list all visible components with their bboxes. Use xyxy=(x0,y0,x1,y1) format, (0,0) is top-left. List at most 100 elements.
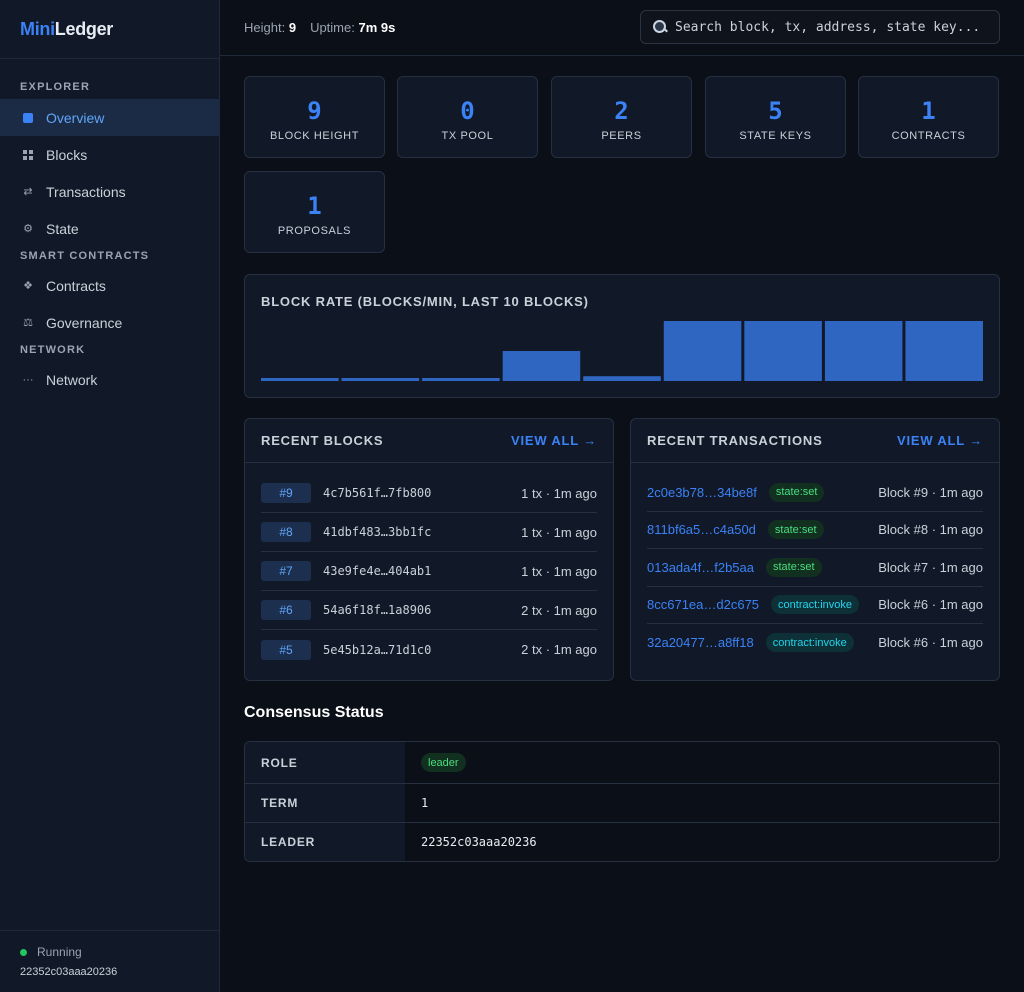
sidebar-item-label: Blocks xyxy=(46,146,88,163)
stat-label: CONTRACTS xyxy=(891,130,966,142)
section-network: NETWORK xyxy=(20,344,86,356)
recent-blocks-panel: RECENT BLOCKS VIEW ALL → #9 4c7b561f…7fb… xyxy=(244,418,614,681)
chart-title: BLOCK RATE (BLOCKS/MIN, LAST 10 BLOCKS) xyxy=(261,294,589,309)
gear-icon: ⚙ xyxy=(23,223,33,235)
block-rate-chart: BLOCK RATE (BLOCKS/MIN, LAST 10 BLOCKS) xyxy=(244,274,1000,398)
consensus-key: LEADER xyxy=(245,823,405,861)
sidebar-item-transactions[interactable]: ⇄ Transactions xyxy=(0,173,219,210)
sidebar-item-label: Transactions xyxy=(46,183,126,200)
block-row[interactable]: #6 54a6f18f…1a8906 2 tx · 1m ago xyxy=(261,591,597,630)
diamond-icon: ❖ xyxy=(23,280,33,292)
tx-meta: Block #7 · 1m ago xyxy=(878,559,983,575)
sidebar-item-label: State xyxy=(46,220,79,237)
stat-contracts: 1 CONTRACTS xyxy=(858,76,999,158)
consensus-table: ROLE leader TERM 1 LEADER 22352c03aaa202… xyxy=(244,741,1000,862)
stat-tx-pool: 0 TX POOL xyxy=(397,76,538,158)
block-number-badge[interactable]: #7 xyxy=(261,561,311,581)
tx-row[interactable]: 013ada4f…f2b5aa state:set Block #7 · 1m … xyxy=(647,549,983,587)
consensus-key: TERM xyxy=(245,784,405,822)
sidebar-item-state[interactable]: ⚙ State xyxy=(0,210,219,247)
uptime-stat: Uptime: 7m 9s xyxy=(310,20,396,35)
block-row[interactable]: #9 4c7b561f…7fb800 1 tx · 1m ago xyxy=(261,474,597,513)
tx-type-badge: state:set xyxy=(768,482,825,502)
consensus-value: 1 xyxy=(421,796,429,810)
consensus-value: 22352c03aaa20236 xyxy=(421,835,537,849)
sidebar-item-label: Contracts xyxy=(46,277,106,294)
sidebar: Mini Ledger EXPLORER Overview Blocks ⇄ Tr… xyxy=(0,0,220,992)
brand-mini: Mini xyxy=(20,18,55,39)
block-meta: 1 tx · 1m ago xyxy=(521,485,597,501)
block-number-badge[interactable]: #9 xyxy=(261,483,311,503)
tx-hash-link[interactable]: 2c0e3b78…34be8f xyxy=(647,485,757,500)
swap-icon: ⇄ xyxy=(23,186,33,198)
node-id: 22352c03aaa20236 xyxy=(20,966,118,978)
stat-value: 1 xyxy=(921,97,936,125)
tx-row[interactable]: 32a20477…a8ff18 contract:invoke Block #6… xyxy=(647,624,983,662)
tx-hash-link[interactable]: 32a20477…a8ff18 xyxy=(647,635,754,650)
tx-type-badge: contract:invoke xyxy=(765,633,854,653)
tx-row[interactable]: 811bf6a5…c4a50d state:set Block #8 · 1m … xyxy=(647,512,983,549)
tx-hash-link[interactable]: 013ada4f…f2b5aa xyxy=(647,560,754,575)
search-input[interactable] xyxy=(675,19,995,35)
block-rate-bars xyxy=(261,321,983,381)
block-hash: 43e9fe4e…404ab1 xyxy=(323,564,432,578)
block-meta: 2 tx · 1m ago xyxy=(521,602,597,618)
uptime-value: 7m 9s xyxy=(358,20,396,35)
consensus-row-leader: LEADER 22352c03aaa20236 xyxy=(245,823,999,861)
block-number-badge[interactable]: #8 xyxy=(261,522,311,542)
sidebar-item-network[interactable]: ··· Network xyxy=(0,361,219,398)
tx-hash-link[interactable]: 811bf6a5…c4a50d xyxy=(647,522,756,537)
stat-block-height: 9 BLOCK HEIGHT xyxy=(244,76,385,158)
stat-peers: 2 PEERS xyxy=(551,76,692,158)
block-row[interactable]: #8 41dbf483…3bb1fc 1 tx · 1m ago xyxy=(261,513,597,552)
block-number-badge[interactable]: #5 xyxy=(261,639,311,660)
height-value: 9 xyxy=(288,20,297,35)
stat-label: PROPOSALS xyxy=(277,225,352,237)
recent-transactions-title: RECENT TRANSACTIONS xyxy=(647,433,823,448)
block-hash: 4c7b561f…7fb800 xyxy=(323,486,432,500)
sidebar-item-label: Network xyxy=(46,371,98,388)
scales-icon: ⚖ xyxy=(23,317,33,329)
block-number-badge[interactable]: #6 xyxy=(261,600,311,620)
status-text: Running xyxy=(37,945,82,959)
sidebar-item-overview[interactable]: Overview xyxy=(0,99,219,136)
recent-blocks-title: RECENT BLOCKS xyxy=(261,433,384,448)
stat-proposals: 1 PROPOSALS xyxy=(244,171,385,253)
block-meta: 1 tx · 1m ago xyxy=(521,563,597,579)
block-rate-bar xyxy=(824,321,903,381)
block-row[interactable]: #7 43e9fe4e…404ab1 1 tx · 1m ago xyxy=(261,552,597,591)
recent-transactions-panel: RECENT TRANSACTIONS VIEW ALL → 2c0e3b78…… xyxy=(630,418,1000,681)
sidebar-item-label: Governance xyxy=(46,314,123,331)
brand-logo[interactable]: Mini Ledger xyxy=(0,0,219,59)
tx-meta: Block #6 · 1m ago xyxy=(878,597,983,613)
sidebar-item-blocks[interactable]: Blocks xyxy=(0,136,219,173)
stat-value: 2 xyxy=(614,97,629,125)
block-hash: 5e45b12a…71d1c0 xyxy=(323,642,432,657)
status-dot-icon xyxy=(20,948,27,956)
role-badge: leader xyxy=(421,753,466,772)
consensus-title: Consensus Status xyxy=(244,704,384,721)
block-rate-bar xyxy=(663,321,742,381)
block-rate-bar xyxy=(583,376,661,381)
block-row[interactable]: #5 5e45b12a…71d1c0 2 tx · 1m ago xyxy=(261,630,597,669)
sidebar-item-contracts[interactable]: ❖ Contracts xyxy=(0,267,219,304)
block-meta: 1 tx · 1m ago xyxy=(521,524,597,540)
stat-value: 9 xyxy=(307,97,322,125)
tx-row[interactable]: 2c0e3b78…34be8f state:set Block #9 · 1m … xyxy=(647,474,983,512)
view-all-blocks-link[interactable]: VIEW ALL → xyxy=(511,433,597,448)
stat-value: 0 xyxy=(460,97,475,125)
tx-row[interactable]: 8cc671ea…d2c675 contract:invoke Block #6… xyxy=(647,587,983,624)
block-rate-bar xyxy=(905,321,983,381)
block-rate-bar xyxy=(261,378,339,381)
tx-meta: Block #9 · 1m ago xyxy=(878,484,983,500)
consensus-key: ROLE xyxy=(245,742,405,783)
topbar: Height: 9 Uptime: 7m 9s xyxy=(220,0,1024,56)
block-meta: 2 tx · 1m ago xyxy=(521,642,597,657)
sidebar-item-governance[interactable]: ⚖ Governance xyxy=(0,304,219,341)
stat-value: 1 xyxy=(307,192,322,220)
view-all-transactions-link[interactable]: VIEW ALL → xyxy=(897,433,983,448)
dots-icon: ··· xyxy=(22,373,34,386)
search-box[interactable] xyxy=(640,10,1000,44)
tx-hash-link[interactable]: 8cc671ea…d2c675 xyxy=(647,597,759,612)
stat-label: BLOCK HEIGHT xyxy=(269,130,360,142)
